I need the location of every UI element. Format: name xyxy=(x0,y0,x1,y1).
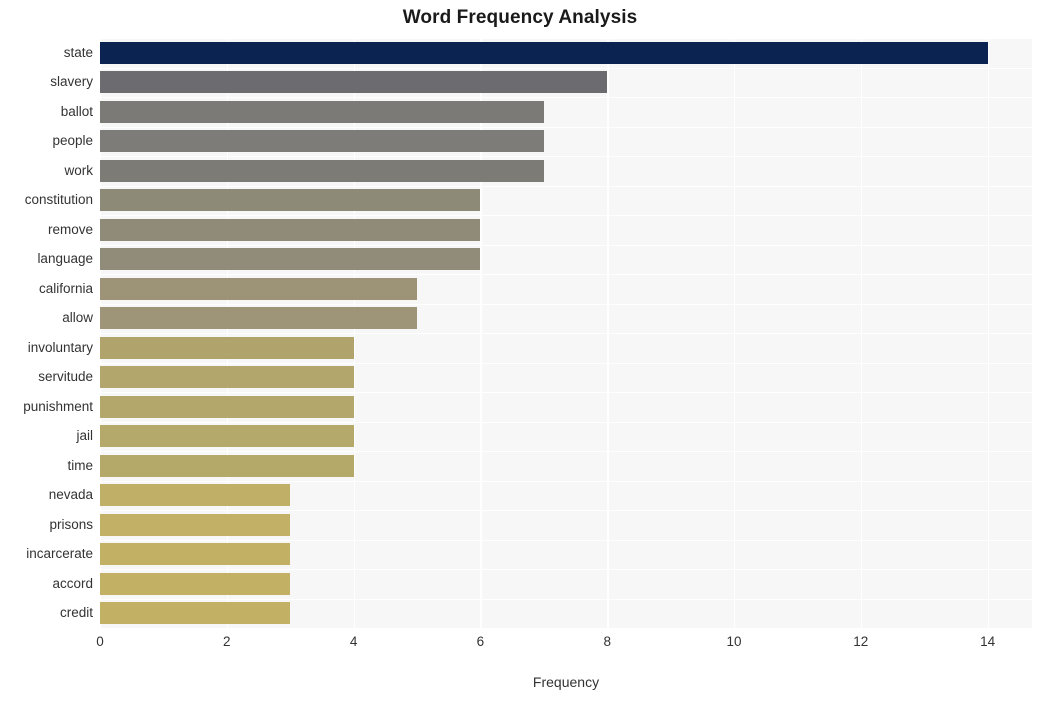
bar xyxy=(100,454,354,477)
x-axis-tick-label: 0 xyxy=(96,634,104,649)
y-axis-tick-label: state xyxy=(63,44,93,60)
gridline-horizontal xyxy=(100,67,1032,69)
chart-title: Word Frequency Analysis xyxy=(402,7,638,28)
y-axis-category-labels: state slavery ballot people work constitution… xyxy=(0,38,93,628)
gridline-horizontal xyxy=(100,362,1032,364)
gridline-horizontal xyxy=(100,97,1032,99)
plot-area xyxy=(100,38,1032,628)
y-axis-tick-label: ballot xyxy=(60,103,93,119)
bar xyxy=(100,336,354,359)
bar xyxy=(100,395,354,418)
y-axis-tick-label: allow xyxy=(62,310,93,326)
bar xyxy=(100,100,544,123)
gridline-horizontal xyxy=(100,156,1032,158)
bar xyxy=(100,602,291,625)
x-axis-title: Frequency xyxy=(532,674,600,690)
gridline-horizontal xyxy=(100,215,1032,217)
bar xyxy=(100,71,608,94)
gridline-horizontal xyxy=(100,185,1032,187)
gridline-horizontal xyxy=(100,569,1032,571)
y-axis-tick-label: people xyxy=(52,133,93,149)
gridline-horizontal xyxy=(100,126,1032,128)
gridline-horizontal xyxy=(100,274,1032,276)
x-axis-tick-labels: 0 2 4 6 8 10 12 14 xyxy=(0,628,1040,658)
gridline-horizontal xyxy=(100,303,1032,305)
bar xyxy=(100,130,544,153)
y-axis-tick-label: involuntary xyxy=(27,339,93,355)
x-axis-tick-label: 12 xyxy=(853,634,869,649)
gridline-horizontal xyxy=(100,392,1032,394)
x-axis-tick-label: 10 xyxy=(726,634,742,649)
y-axis-tick-label: servitude xyxy=(38,369,93,385)
y-axis-tick-label: jail xyxy=(76,428,93,444)
bar xyxy=(100,425,354,448)
gridline-horizontal xyxy=(100,38,1032,40)
y-axis-tick-label: work xyxy=(64,162,93,178)
bar xyxy=(100,366,354,389)
y-axis-tick-label: remove xyxy=(47,221,93,237)
x-axis-tick-label: 2 xyxy=(223,634,231,649)
x-axis-tick-label: 14 xyxy=(980,634,996,649)
gridline-horizontal xyxy=(100,539,1032,541)
y-axis-tick-label: punishment xyxy=(23,398,93,414)
y-axis-tick-label: prisons xyxy=(49,516,93,532)
x-axis-tick-label: 8 xyxy=(603,634,611,649)
bar xyxy=(100,572,291,595)
y-axis-tick-label: accord xyxy=(52,575,93,591)
y-axis-tick-label: credit xyxy=(59,605,93,621)
bar xyxy=(100,189,481,212)
gridline-horizontal xyxy=(100,480,1032,482)
gridline-horizontal xyxy=(100,451,1032,453)
bar xyxy=(100,543,291,566)
bar xyxy=(100,248,481,271)
bar xyxy=(100,218,481,241)
y-axis-tick-label: constitution xyxy=(24,192,93,208)
gridline-horizontal xyxy=(100,244,1032,246)
y-axis-tick-label: california xyxy=(38,280,93,296)
y-axis-tick-label: language xyxy=(37,251,93,267)
bar xyxy=(100,513,291,536)
gridline-horizontal xyxy=(100,510,1032,512)
bar xyxy=(100,41,988,64)
x-axis-tick-label: 4 xyxy=(349,634,358,649)
x-axis-tick-label: 6 xyxy=(476,634,485,649)
bar xyxy=(100,484,291,507)
gridline-horizontal xyxy=(100,333,1032,335)
gridline-horizontal xyxy=(100,421,1032,423)
bar xyxy=(100,159,544,182)
y-axis-tick-label: time xyxy=(67,457,93,473)
y-axis-tick-label: nevada xyxy=(48,487,93,503)
bar xyxy=(100,307,417,330)
y-axis-tick-label: slavery xyxy=(50,74,93,90)
bar xyxy=(100,277,417,300)
word-frequency-bar-chart: Word Frequency Analysis state slavery ball… xyxy=(0,0,1040,701)
y-axis-tick-label: incarcerate xyxy=(26,546,93,562)
gridline-horizontal xyxy=(100,598,1032,600)
